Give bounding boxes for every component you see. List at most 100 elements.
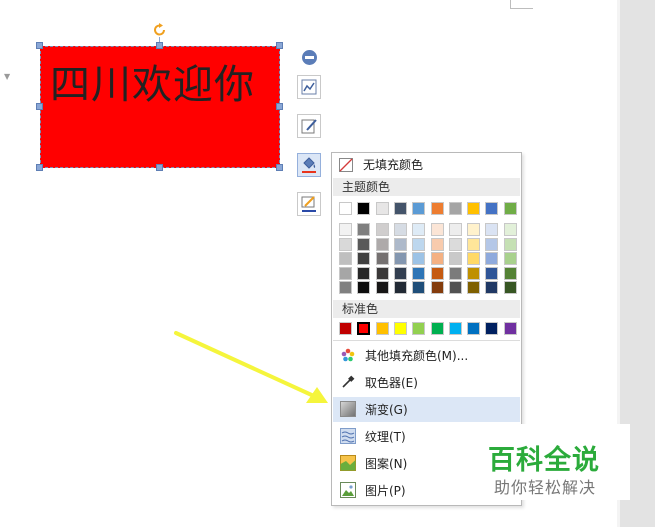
standard-color-swatch[interactable] [375, 322, 389, 335]
resize-handle-right[interactable] [276, 103, 283, 110]
theme-shade-swatch[interactable] [412, 281, 426, 294]
theme-shade-swatch[interactable] [430, 266, 444, 280]
picture-icon [340, 482, 356, 498]
eyedropper-item[interactable]: 取色器(E) [332, 370, 521, 395]
resize-handle-bottom-right[interactable] [276, 164, 283, 171]
theme-shade-swatch[interactable] [467, 266, 481, 280]
resize-handle-top-right[interactable] [276, 42, 283, 49]
standard-colors-title: 标准色 [342, 302, 379, 316]
theme-shade-swatch[interactable] [448, 266, 462, 280]
theme-shade-swatch[interactable] [339, 281, 352, 294]
standard-color-swatch[interactable] [339, 322, 352, 335]
theme-shade-swatch[interactable] [393, 237, 407, 251]
standard-color-swatch[interactable] [357, 322, 371, 335]
theme-shade-swatch[interactable] [485, 223, 499, 236]
resize-handle-bottom-left[interactable] [36, 164, 43, 171]
theme-color-swatch[interactable] [393, 202, 407, 215]
theme-color-swatch[interactable] [467, 202, 481, 215]
theme-color-swatch[interactable] [339, 202, 352, 215]
fill-button[interactable] [297, 153, 321, 177]
texture-icon [340, 428, 356, 444]
theme-shade-swatch[interactable] [503, 223, 517, 236]
more-fill-colors-item[interactable]: 其他填充颜色(M)... [332, 343, 521, 368]
resize-handle-top-left[interactable] [36, 42, 43, 49]
minus-circle-icon[interactable] [302, 50, 317, 65]
standard-color-swatch[interactable] [430, 322, 444, 335]
rotate-handle-icon[interactable] [152, 22, 168, 38]
theme-shade-swatch[interactable] [485, 266, 499, 280]
resize-handle-bottom[interactable] [156, 164, 163, 171]
standard-color-swatch[interactable] [412, 322, 426, 335]
shape-edit-icon [301, 119, 317, 134]
theme-color-swatch[interactable] [375, 202, 389, 215]
standard-color-swatch[interactable] [503, 322, 517, 335]
theme-color-swatch[interactable] [448, 202, 462, 215]
theme-shade-swatch[interactable] [467, 281, 481, 294]
paint-bucket-icon [302, 157, 316, 173]
theme-shade-swatch[interactable] [375, 252, 389, 265]
no-fill-item[interactable]: 无填充颜色 [332, 153, 521, 177]
no-fill-label: 无填充颜色 [363, 158, 424, 172]
resize-handle-top[interactable] [156, 42, 163, 49]
theme-shade-swatch[interactable] [467, 237, 481, 251]
theme-shade-swatch[interactable] [448, 223, 462, 236]
margin-caret-icon: ▼ [4, 72, 11, 81]
theme-shade-swatch[interactable] [375, 281, 389, 294]
theme-color-swatch[interactable] [357, 202, 371, 215]
theme-shade-swatch[interactable] [430, 237, 444, 251]
gradient-label: 渐变(G) [365, 403, 408, 417]
theme-shade-swatch[interactable] [485, 237, 499, 251]
theme-shade-swatch[interactable] [467, 252, 481, 265]
theme-shade-swatch[interactable] [357, 252, 371, 265]
standard-color-swatch[interactable] [448, 322, 462, 335]
gradient-item[interactable]: 渐变(G) [332, 397, 521, 422]
theme-shade-swatch[interactable] [357, 266, 371, 280]
theme-shade-swatch[interactable] [448, 237, 462, 251]
theme-shade-swatch[interactable] [503, 281, 517, 294]
theme-shade-swatch[interactable] [357, 223, 371, 236]
theme-shade-swatch[interactable] [430, 223, 444, 236]
textbox-text[interactable]: 四川欢迎你 [50, 52, 255, 110]
theme-shade-swatch[interactable] [393, 266, 407, 280]
theme-shade-swatch[interactable] [412, 223, 426, 236]
theme-shade-swatch[interactable] [339, 237, 352, 251]
theme-shade-swatch[interactable] [430, 252, 444, 265]
theme-shade-swatch[interactable] [393, 252, 407, 265]
theme-shade-swatch[interactable] [357, 281, 371, 294]
theme-shade-swatch[interactable] [503, 252, 517, 265]
theme-shade-swatch[interactable] [339, 223, 352, 236]
standard-color-swatch[interactable] [393, 322, 407, 335]
theme-shade-swatch[interactable] [448, 252, 462, 265]
theme-shade-swatch[interactable] [357, 237, 371, 251]
theme-shade-swatch[interactable] [412, 252, 426, 265]
theme-shade-swatch[interactable] [412, 266, 426, 280]
chart-icon [301, 79, 317, 95]
no-fill-icon [339, 158, 353, 172]
theme-shade-swatch[interactable] [375, 223, 389, 236]
theme-shade-swatch[interactable] [485, 281, 499, 294]
resize-handle-left[interactable] [36, 103, 43, 110]
theme-shade-swatch[interactable] [485, 252, 499, 265]
theme-color-swatch[interactable] [430, 202, 444, 215]
theme-shade-swatch[interactable] [339, 266, 352, 280]
theme-shade-swatch[interactable] [393, 223, 407, 236]
theme-shade-swatch[interactable] [375, 266, 389, 280]
theme-color-swatch[interactable] [503, 202, 517, 215]
theme-color-swatch[interactable] [412, 202, 426, 215]
theme-shade-swatch[interactable] [467, 223, 481, 236]
outline-pen-icon [301, 196, 316, 212]
theme-shade-swatch[interactable] [412, 237, 426, 251]
theme-shade-swatch[interactable] [393, 281, 407, 294]
theme-shade-swatch[interactable] [430, 281, 444, 294]
theme-shade-swatch[interactable] [448, 281, 462, 294]
edit-shape-button[interactable] [297, 114, 321, 138]
theme-shade-swatch[interactable] [503, 266, 517, 280]
theme-shade-swatch[interactable] [503, 237, 517, 251]
standard-color-swatch[interactable] [485, 322, 499, 335]
chart-layout-button[interactable] [297, 75, 321, 99]
standard-color-swatch[interactable] [467, 322, 481, 335]
outline-button[interactable] [297, 192, 321, 216]
theme-shade-swatch[interactable] [339, 252, 352, 265]
theme-color-swatch[interactable] [485, 202, 499, 215]
theme-shade-swatch[interactable] [375, 237, 389, 251]
